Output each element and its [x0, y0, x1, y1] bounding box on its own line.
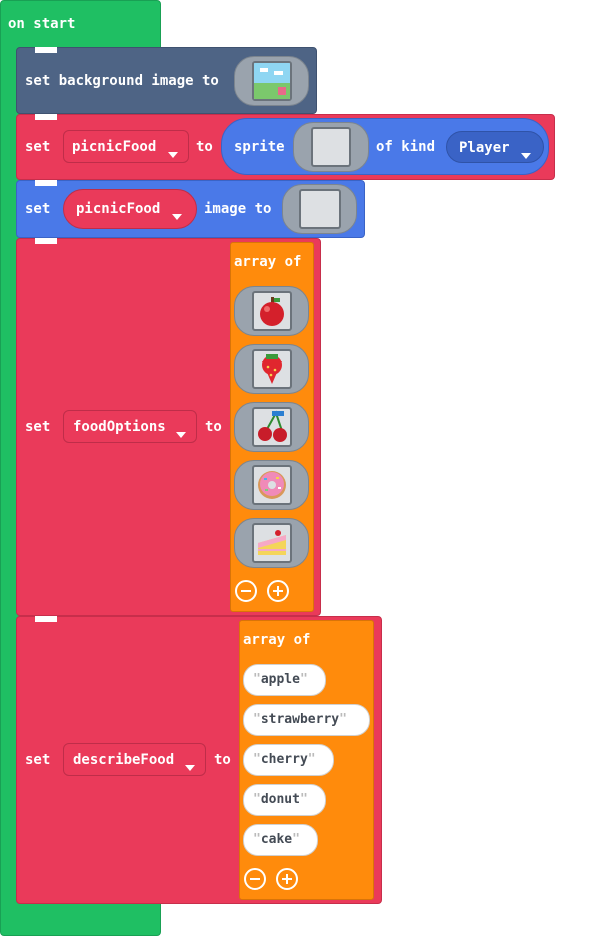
to-keyword: to — [196, 139, 213, 155]
chevron-down-icon — [168, 144, 178, 163]
cherry-image-icon[interactable] — [252, 407, 292, 447]
strawberry-image-icon[interactable] — [252, 349, 292, 389]
block-notch — [35, 114, 57, 120]
variable-dropdown-describefood[interactable]: describeFood — [63, 743, 206, 776]
array-of-label: array of — [243, 632, 311, 648]
block-notch — [35, 616, 57, 622]
set-background-label: set background image to — [25, 73, 219, 89]
array-of-label: array of — [234, 254, 302, 270]
set-keyword: set — [25, 752, 51, 768]
string-input-donut[interactable]: "donut" — [243, 784, 326, 816]
string-input-strawberry[interactable]: "strawberry" — [243, 704, 370, 736]
to-keyword: to — [214, 752, 231, 768]
remove-item-icon[interactable] — [244, 868, 266, 890]
empty-image-icon[interactable] — [311, 127, 351, 167]
donut-image-icon[interactable] — [252, 465, 292, 505]
add-item-icon[interactable] — [276, 868, 298, 890]
cake-image-icon[interactable] — [252, 523, 292, 563]
block-notch — [35, 47, 57, 53]
sprite-keyword: sprite — [234, 139, 285, 155]
chevron-down-icon — [521, 145, 531, 164]
chevron-down-icon — [176, 424, 186, 443]
remove-item-icon[interactable] — [235, 580, 257, 602]
of-kind-keyword: of kind — [376, 139, 436, 155]
variable-dropdown-foodoptions[interactable]: foodOptions — [63, 410, 197, 443]
set-keyword: set — [25, 419, 51, 435]
kind-name: Player — [459, 140, 510, 156]
variable-name: picnicFood — [72, 139, 157, 155]
variable-dropdown-picnicfood[interactable]: picnicFood — [63, 130, 189, 163]
variable-dropdown-picnicfood[interactable]: picnicFood — [63, 189, 197, 229]
string-input-cherry[interactable]: "cherry" — [243, 744, 334, 776]
block-notch — [35, 238, 57, 244]
landscape-image-icon[interactable] — [252, 61, 292, 101]
variable-name: foodOptions — [73, 419, 166, 435]
to-keyword: to — [205, 419, 222, 435]
set-keyword: set — [25, 139, 51, 155]
empty-image-icon[interactable] — [299, 189, 341, 229]
add-item-icon[interactable] — [267, 580, 289, 602]
apple-image-icon[interactable] — [252, 291, 292, 331]
variable-name: describeFood — [73, 752, 175, 768]
block-notch — [35, 180, 57, 186]
string-input-apple[interactable]: "apple" — [243, 664, 326, 696]
kind-dropdown-player[interactable]: Player — [446, 131, 544, 163]
on-start-label: on start — [8, 16, 76, 32]
set-keyword: set — [25, 201, 51, 217]
variable-name: picnicFood — [76, 201, 161, 217]
chevron-down-icon — [172, 206, 182, 225]
string-input-cake[interactable]: "cake" — [243, 824, 318, 856]
chevron-down-icon — [185, 757, 195, 776]
image-to-keyword: image to — [204, 201, 272, 217]
